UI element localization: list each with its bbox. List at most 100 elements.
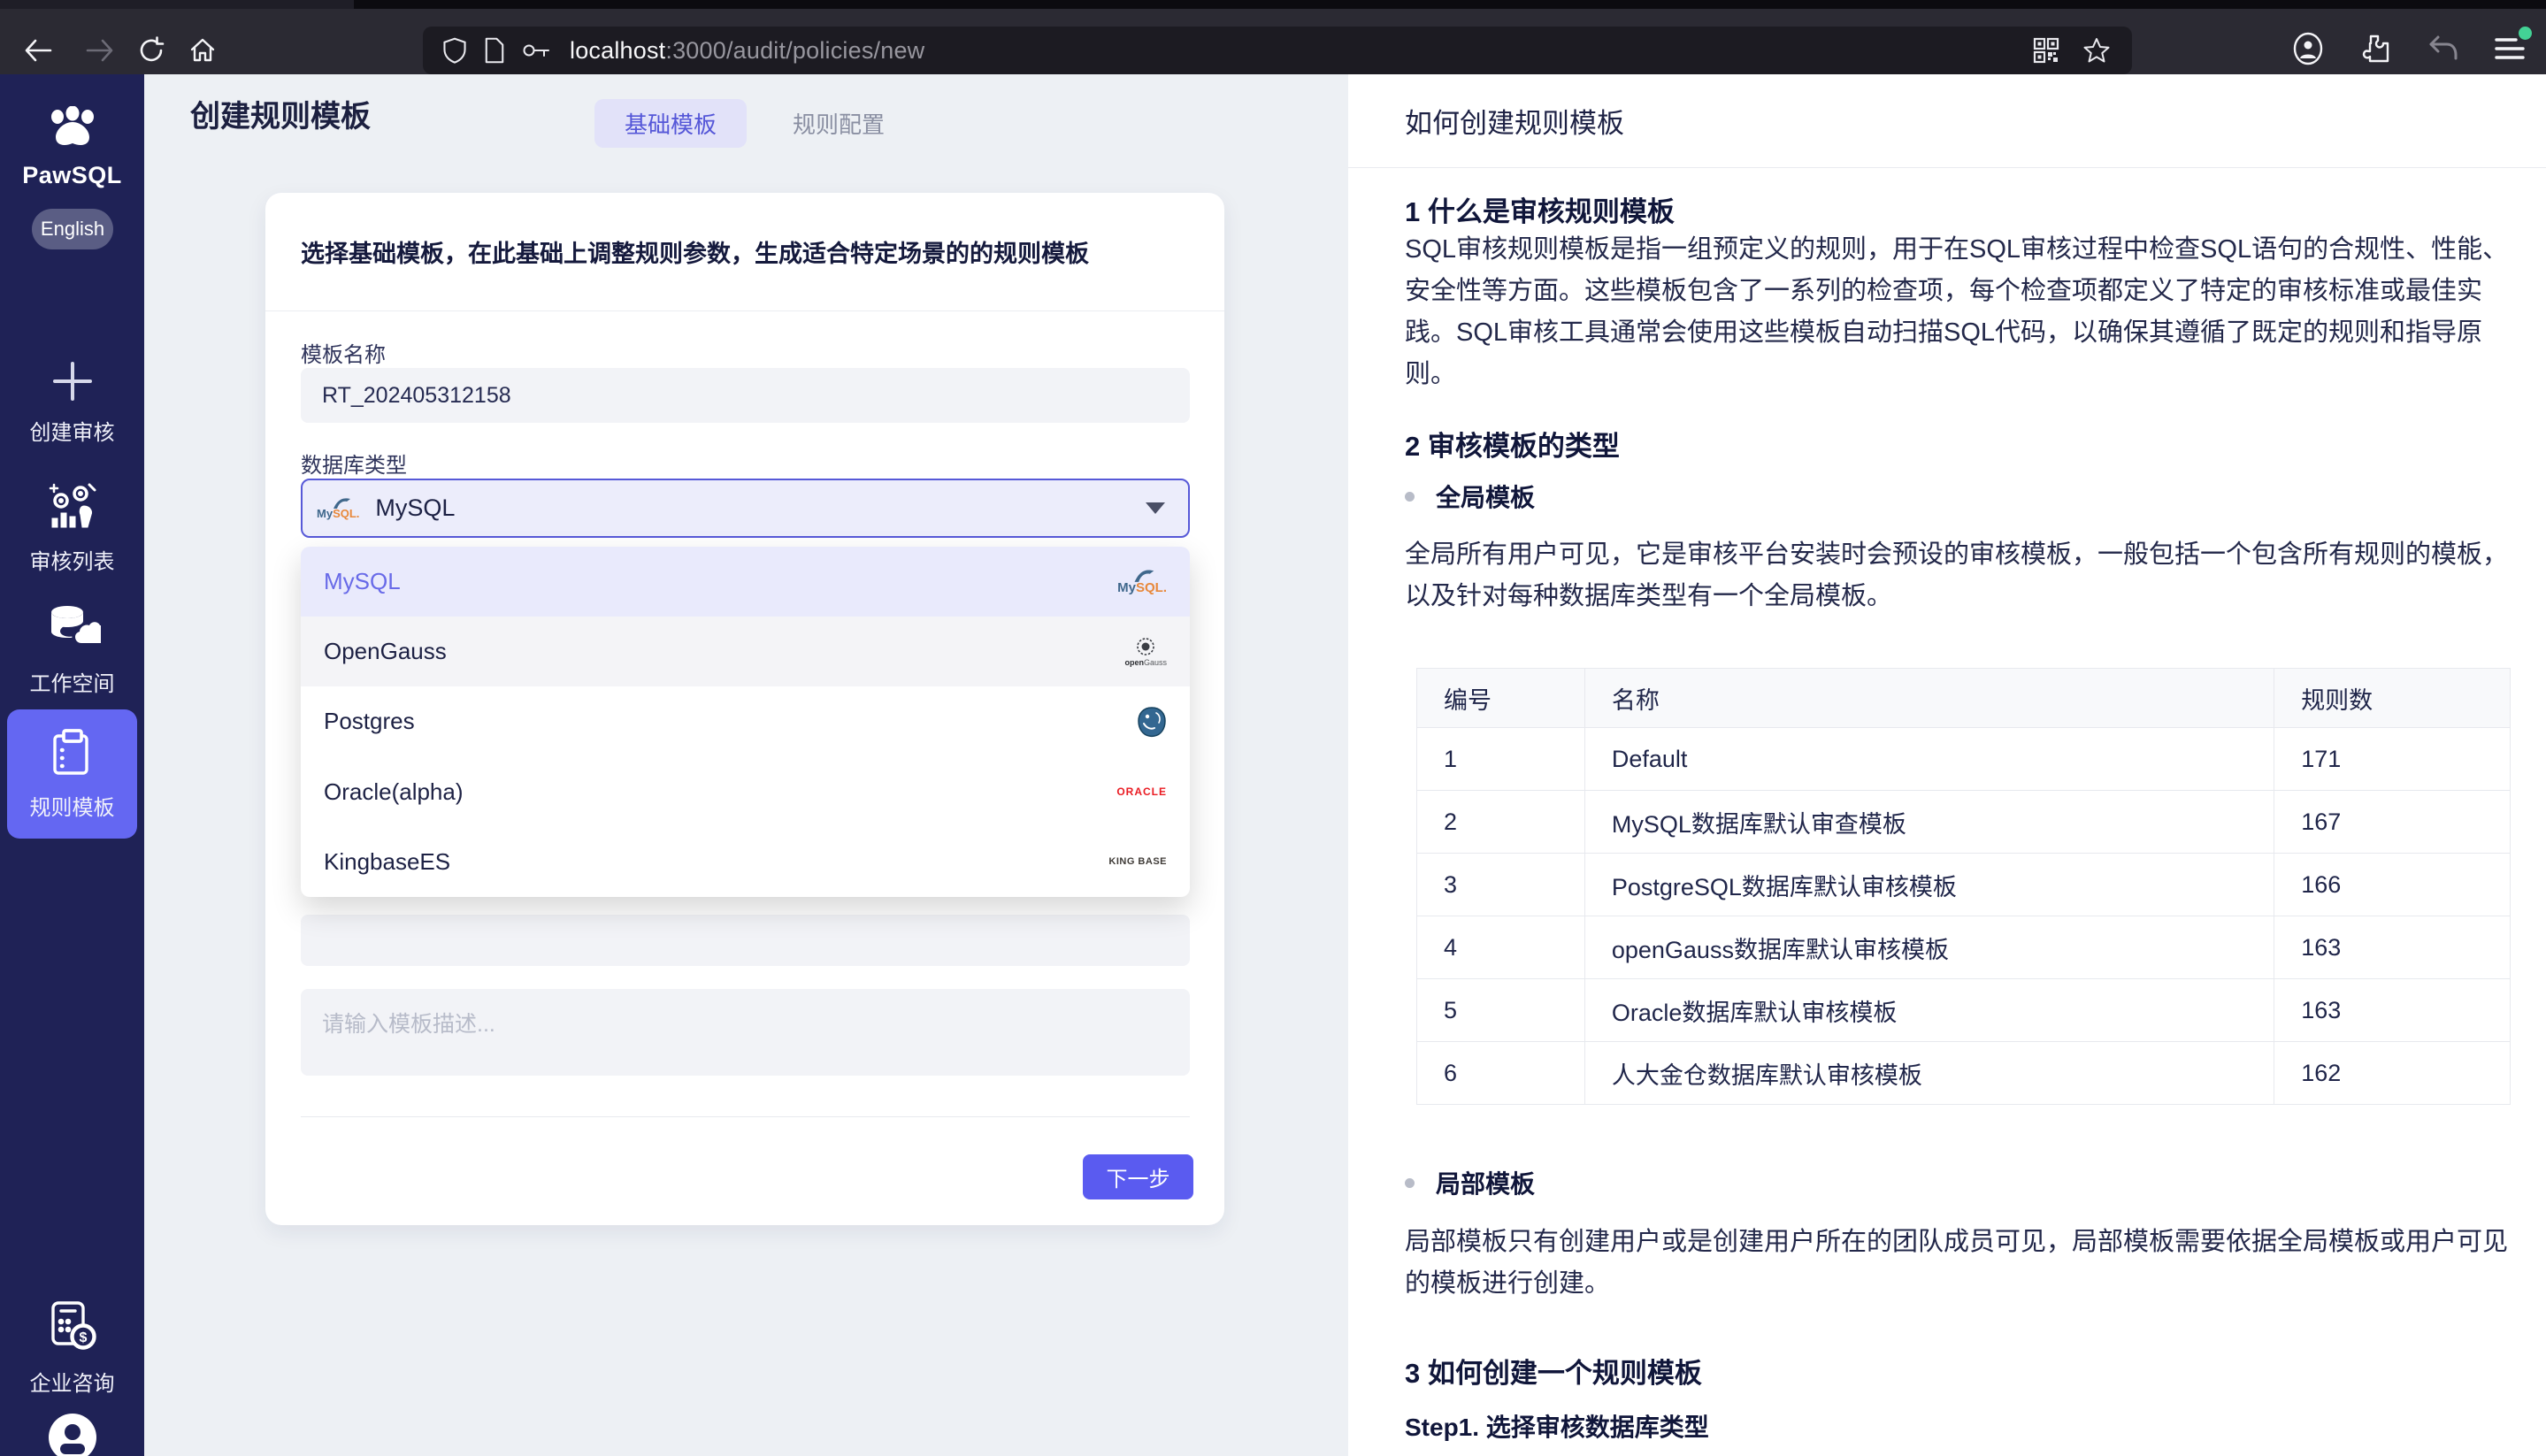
sidebar-item-label: 工作空间 — [0, 666, 144, 697]
sidebar-item-label: 审核列表 — [0, 544, 144, 575]
local-template-body: 局部模板只有创建用户或是创建用户所在的团队成员可见，局部模板需要依据全局模板或用… — [1405, 1222, 2514, 1305]
tab-group: 基础模板 规则配置 — [594, 99, 915, 148]
page-title: 创建规则模板 — [190, 92, 371, 135]
home-button[interactable] — [180, 28, 225, 73]
undo-arrow-icon — [2426, 34, 2459, 64]
sidebar-item-admin[interactable]: Admin — [0, 1412, 144, 1456]
language-toggle-button[interactable]: English — [32, 209, 113, 249]
sidebar: PawSQL English 创建审核 审核列表 工作空间 规则模板 $ 企业咨… — [0, 74, 144, 1456]
help-section2-heading: 2 审核模板的类型 — [1405, 424, 1620, 464]
browser-toolbar: localhost:3000/audit/policies/new — [0, 9, 2546, 74]
user-avatar-icon — [47, 1412, 98, 1456]
mysql-logo: MySQL. — [1117, 569, 1167, 594]
postgres-logo — [1137, 706, 1167, 738]
dropdown-option-mysql[interactable]: MySQL MySQL. — [301, 547, 1190, 617]
qr-code-icon[interactable] — [2033, 37, 2059, 64]
url-host: localhost — [570, 37, 665, 64]
table-row: 2MySQL数据库默认审查模板167 — [1417, 791, 2511, 854]
url-text: localhost:3000/audit/policies/new — [570, 37, 924, 65]
sidebar-item-label: 企业咨询 — [0, 1366, 144, 1397]
table-row: 1Default171 — [1417, 728, 2511, 791]
table-row: 4openGauss数据库默认审核模板163 — [1417, 916, 2511, 979]
reload-button[interactable] — [129, 28, 173, 73]
template-form-card: 选择基础模板，在此基础上调整规则参数，生成适合特定场景的的规则模板 模板名称 数… — [265, 193, 1224, 1225]
base-template-field[interactable] — [301, 915, 1190, 966]
audit-list-icon — [45, 479, 100, 533]
account-button[interactable] — [2288, 28, 2328, 69]
db-type-dropdown: MySQL MySQL. OpenGauss openGauss Postgre… — [301, 547, 1190, 897]
brand-name: PawSQL — [0, 162, 144, 189]
db-type-select[interactable]: MySQL. MySQL — [301, 479, 1190, 538]
create-template-panel: 创建规则模板 基础模板 规则配置 选择基础模板，在此基础上调整规则参数，生成适合… — [144, 74, 1348, 1456]
shield-icon — [442, 37, 467, 64]
account-icon — [2290, 31, 2326, 66]
template-description-input[interactable] — [301, 989, 1190, 1076]
paw-logo-icon — [45, 106, 100, 149]
dropdown-option-oracle[interactable]: Oracle(alpha) ORACLE — [301, 757, 1190, 827]
back-button[interactable] — [16, 28, 60, 73]
col-header-rule-count: 规则数 — [2274, 669, 2511, 728]
forward-arrow-icon — [85, 38, 115, 63]
card-header: 选择基础模板，在此基础上调整规则参数，生成适合特定场景的的规则模板 — [265, 193, 1224, 311]
dropdown-option-opengauss[interactable]: OpenGauss openGauss — [301, 617, 1190, 686]
col-header-id: 编号 — [1417, 669, 1585, 728]
undo-button[interactable] — [2422, 28, 2463, 69]
help-section3-heading: 3 如何创建一个规则模板 — [1405, 1351, 1702, 1391]
bullet-dot-icon — [1405, 492, 1415, 502]
template-name-input[interactable] — [301, 368, 1190, 423]
help-title-divider — [1348, 167, 2546, 168]
opengauss-logo: openGauss — [1124, 637, 1167, 667]
local-template-bullet: 局部模板 — [1405, 1165, 1535, 1200]
global-template-bullet: 全局模板 — [1405, 479, 1535, 514]
templates-table: 编号 名称 规则数 1Default171 2MySQL数据库默认审查模板167… — [1416, 668, 2511, 1105]
postgres-elephant-icon — [1137, 706, 1167, 738]
notification-dot — [2519, 27, 2532, 40]
table-row: 6人大金仓数据库默认审核模板162 — [1417, 1042, 2511, 1105]
sidebar-item-workspace[interactable]: 工作空间 — [0, 603, 144, 697]
plus-icon — [50, 359, 95, 403]
browser-tab[interactable] — [0, 0, 354, 9]
chevron-down-icon — [1146, 502, 1165, 514]
help-section1-heading: 1 什么是审核规则模板 — [1405, 189, 1675, 229]
bullet-dot-icon — [1405, 1178, 1415, 1188]
key-icon — [522, 41, 552, 60]
db-type-label: 数据库类型 — [301, 448, 407, 479]
help-title: 如何创建规则模板 — [1405, 101, 1624, 141]
dropdown-option-kingbase[interactable]: KingbaseES KING BASE — [301, 827, 1190, 897]
global-template-body: 全局所有用户可见，它是审核平台安装时会预设的审核模板，一般包括一个包含所有规则的… — [1405, 534, 2514, 617]
bookmark-star-icon[interactable] — [2082, 36, 2111, 65]
sidebar-item-audit-list[interactable]: 审核列表 — [0, 479, 144, 575]
tab-rule-config[interactable]: 规则配置 — [763, 99, 915, 148]
svg-text:$: $ — [79, 1330, 87, 1345]
col-header-name: 名称 — [1584, 669, 2274, 728]
back-arrow-icon — [23, 38, 53, 63]
card-footer-divider — [301, 1116, 1190, 1117]
url-bar[interactable]: localhost:3000/audit/policies/new — [423, 27, 2132, 74]
rule-template-icon — [50, 729, 96, 778]
oracle-logo: ORACLE — [1116, 785, 1167, 798]
table-row: 3PostgreSQL数据库默认审核模板166 — [1417, 854, 2511, 916]
sidebar-item-label: 规则模板 — [7, 790, 137, 821]
page-info-icon — [483, 37, 506, 64]
url-path: :3000/audit/policies/new — [665, 37, 924, 64]
puzzle-icon — [2358, 32, 2392, 65]
sidebar-item-create-audit[interactable]: 创建审核 — [0, 359, 144, 446]
forward-button[interactable] — [78, 28, 122, 73]
dropdown-option-postgres[interactable]: Postgres — [301, 686, 1190, 756]
db-type-value: MySQL — [375, 494, 455, 522]
app-screen: localhost:3000/audit/policies/new — [0, 0, 2546, 1456]
tab-basic-template[interactable]: 基础模板 — [594, 99, 747, 148]
extensions-button[interactable] — [2355, 28, 2396, 69]
home-icon — [188, 36, 217, 65]
menu-button[interactable] — [2489, 28, 2530, 69]
sidebar-item-rule-templates[interactable]: 规则模板 — [7, 709, 137, 839]
mysql-logo: MySQL. — [317, 497, 359, 519]
help-section1-body: SQL审核规则模板是指一组预定义的规则，用于在SQL审核过程中检查SQL语句的合… — [1405, 229, 2514, 395]
hamburger-icon — [2494, 35, 2526, 62]
next-step-button[interactable]: 下一步 — [1083, 1154, 1193, 1199]
sidebar-item-label: 创建审核 — [0, 415, 144, 446]
table-row: 5Oracle数据库默认审核模板163 — [1417, 979, 2511, 1042]
workspace-icon — [44, 603, 101, 655]
sidebar-item-enterprise-consult[interactable]: $ 企业咨询 — [0, 1299, 144, 1397]
help-panel: 如何创建规则模板 1 什么是审核规则模板 SQL审核规则模板是指一组预定义的规则… — [1348, 74, 2546, 1456]
